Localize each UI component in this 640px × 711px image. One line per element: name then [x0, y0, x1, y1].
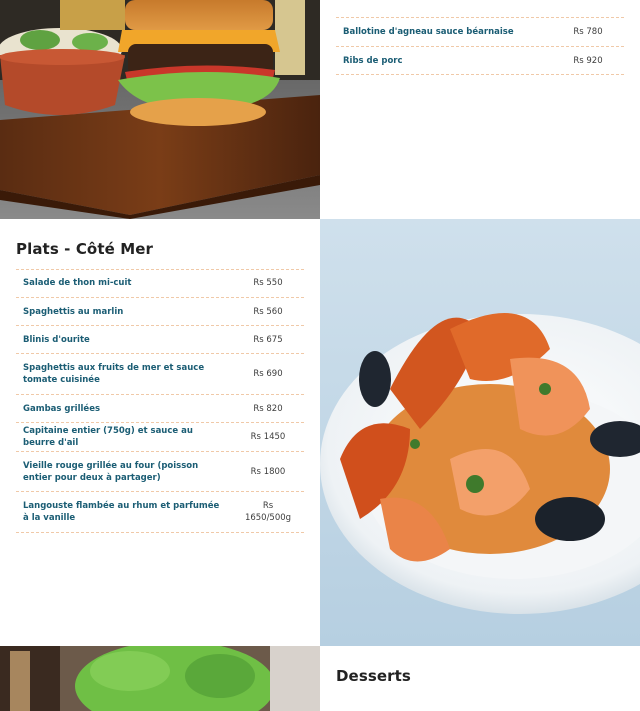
menu-item-price: Rs 1450 [250, 432, 286, 442]
menu-item-price: Rs 690 [253, 369, 283, 379]
menu-item-name: Capitaine entier (750g) et sauce au beur… [23, 426, 193, 448]
menu-item-price: Rs 1650/500g [244, 501, 292, 523]
menu-item-price: Rs 1800 [250, 466, 286, 477]
menu-item-price: Rs 780 [573, 27, 603, 37]
menu-item: Gambas grillées Rs 820 [16, 395, 304, 423]
menu-item-price: Rs 920 [573, 55, 603, 66]
menu-item-name: Spaghettis aux fruits de mer et sauce to… [23, 363, 205, 385]
menu-item-price: Rs 550 [253, 278, 283, 288]
seafood-pasta-photo [320, 219, 640, 646]
menu-item: Ribs de porc Rs 920 [336, 47, 624, 75]
menu-item-name: Spaghettis au marlin [23, 306, 124, 317]
menu-item: Salade de thon mi-cuit Rs 550 [16, 269, 304, 298]
section-title: Plats - Côté Mer [16, 240, 154, 258]
menu-item-name: Ballotine d'agneau sauce béarnaise [343, 27, 514, 37]
menu-item: Spaghettis aux fruits de mer et sauce to… [16, 354, 304, 395]
menu-item-name: Salade de thon mi-cuit [23, 278, 132, 288]
menu-item-name: Blinis d'ourite [23, 334, 90, 345]
menu-item-price: Rs 675 [253, 334, 283, 345]
section-title: Desserts [336, 667, 411, 685]
menu-item-name: Langouste flambée au rhum et parfumée à … [23, 501, 220, 523]
salad-photo [0, 646, 320, 711]
menu-item: Vieille rouge grillée au four (poisson e… [16, 452, 304, 492]
menu-item: Capitaine entier (750g) et sauce au beur… [16, 423, 304, 452]
desserts-section: Desserts [320, 646, 640, 711]
menu-item: Spaghettis au marlin Rs 560 [16, 298, 304, 326]
menu-item: Ballotine d'agneau sauce béarnaise Rs 78… [336, 18, 624, 47]
menu-item-price: Rs 560 [253, 306, 283, 317]
menu-item: Langouste flambée au rhum et parfumée à … [16, 492, 304, 533]
sea-dishes-section: Plats - Côté Mer Salade de thon mi-cuit … [0, 219, 320, 646]
top-right-menu: Ballotine d'agneau sauce béarnaise Rs 78… [320, 0, 640, 219]
burger-photo [0, 0, 320, 219]
menu-item: Blinis d'ourite Rs 675 [16, 326, 304, 354]
menu-item-name: Ribs de porc [343, 55, 403, 66]
menu-item-name: Vieille rouge grillée au four (poisson e… [23, 460, 199, 483]
menu-item-name: Gambas grillées [23, 403, 101, 414]
menu-item-price: Rs 820 [253, 403, 283, 414]
